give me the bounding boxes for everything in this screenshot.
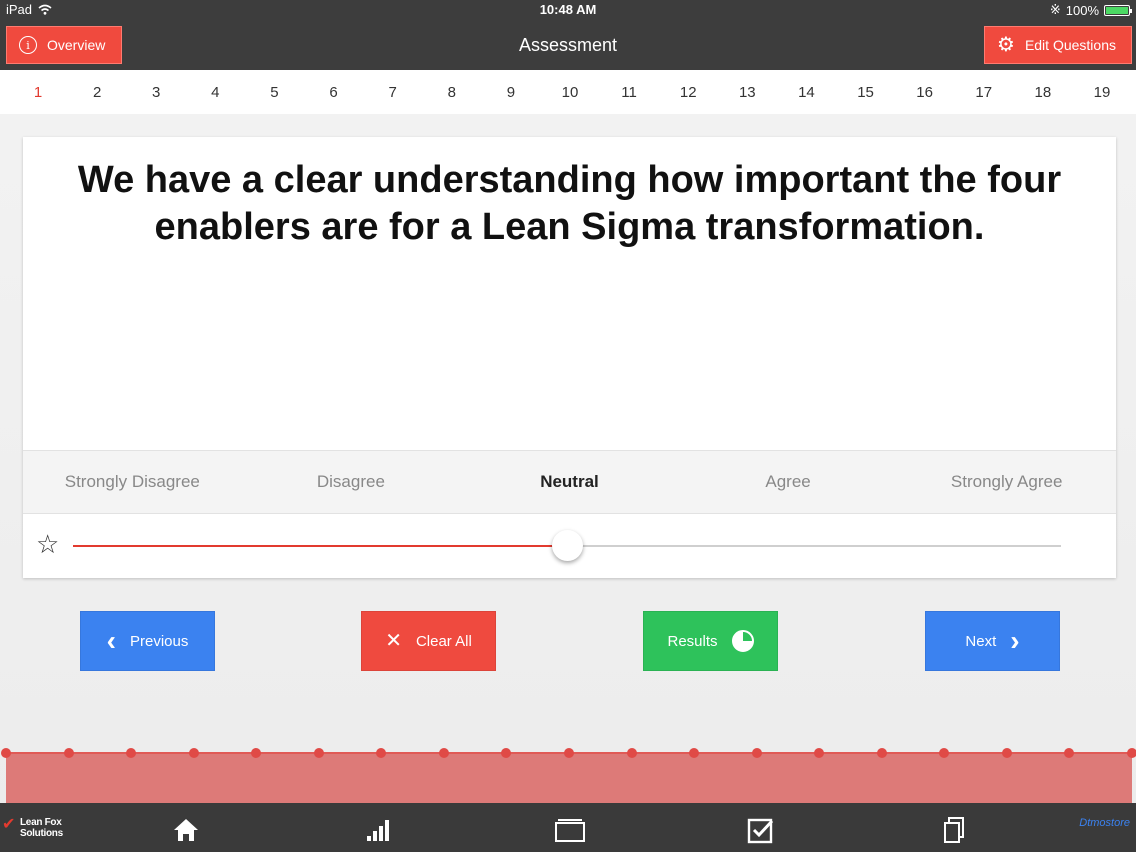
question-index-7[interactable]: 7 <box>383 84 403 101</box>
question-index-9[interactable]: 9 <box>501 84 521 101</box>
question-index-17[interactable]: 17 <box>974 84 994 101</box>
documents-icon <box>944 817 964 843</box>
edit-questions-button[interactable]: ⚙ Edit Questions <box>984 26 1132 64</box>
gear-icon: ⚙ <box>997 34 1015 56</box>
question-card: We have a clear understanding how import… <box>23 137 1116 578</box>
question-index-14[interactable]: 14 <box>796 84 816 101</box>
progress-point <box>1127 748 1136 758</box>
progress-point <box>438 748 449 758</box>
progress-point <box>751 748 762 758</box>
bluetooth-icon: ※ <box>1049 2 1061 17</box>
progress-point <box>313 748 324 758</box>
progress-point <box>626 748 637 758</box>
question-text: We have a clear understanding how import… <box>77 159 1062 248</box>
progress-point <box>63 748 74 758</box>
question-index-3[interactable]: 3 <box>146 84 166 101</box>
next-label: Next <box>965 632 997 650</box>
chevron-left-icon: ‹ <box>106 625 116 656</box>
question-index-15[interactable]: 15 <box>856 84 876 101</box>
tab-home[interactable] <box>171 815 201 845</box>
rating-slider-thumb[interactable] <box>552 530 583 561</box>
status-bar: iPad 10:48 AM ※ 100% <box>0 0 1136 20</box>
navigation-bar: i Overview Assessment ⚙ Edit Questions <box>0 20 1136 70</box>
chevron-right-icon: › <box>1010 625 1020 656</box>
folder-icon <box>555 819 585 842</box>
checkbox-icon <box>747 818 774 844</box>
question-index-11[interactable]: 11 <box>619 84 639 101</box>
progress-chart-area <box>6 753 1132 803</box>
rating-scale-labels: Strongly Disagree Disagree Neutral Agree Str… <box>23 450 1116 514</box>
rating-slider-track[interactable] <box>73 530 1061 561</box>
question-index-18[interactable]: 18 <box>1033 84 1053 101</box>
scale-option-disagree[interactable]: Disagree <box>242 472 461 492</box>
question-index-12[interactable]: 12 <box>678 84 698 101</box>
results-label: Results <box>667 632 718 650</box>
results-button[interactable]: Results <box>643 611 778 671</box>
clear-all-button[interactable]: ✕ Clear All <box>361 611 496 671</box>
pie-chart-icon <box>731 630 754 652</box>
question-index-16[interactable]: 16 <box>915 84 935 101</box>
rating-slider-row: ☆ <box>23 514 1116 578</box>
progress-point <box>564 748 574 758</box>
scale-option-strongly-agree[interactable]: Strongly Agree <box>897 472 1116 492</box>
logo-line1: Lean Fox <box>20 817 62 828</box>
brand-logo-right: Dtmostore <box>1079 817 1130 829</box>
next-button[interactable]: Next › <box>925 611 1060 671</box>
question-index-19[interactable]: 19 <box>1092 84 1112 101</box>
battery-icon <box>1104 4 1132 16</box>
page-title: Assessment <box>518 35 618 55</box>
previous-button[interactable]: ‹ Previous <box>80 611 215 671</box>
logo-line2: Solutions <box>20 828 63 839</box>
scale-option-strongly-disagree[interactable]: Strongly Disagree <box>23 472 242 492</box>
question-index-13[interactable]: 13 <box>737 84 757 101</box>
battery-percent: 100% <box>1065 2 1099 18</box>
question-index-4[interactable]: 4 <box>205 84 225 101</box>
question-index-6[interactable]: 6 <box>324 84 344 101</box>
tab-checklist[interactable] <box>746 815 776 845</box>
question-index-strip: 1 2 3 4 5 6 7 8 9 10 11 12 13 14 15 16 17 18 19 <box>0 70 1136 114</box>
bar-chart-icon <box>367 820 389 841</box>
status-right: ※ 100% <box>1049 2 1132 18</box>
question-index-10[interactable]: 10 <box>560 84 580 101</box>
progress-point <box>876 748 887 758</box>
rating-slider-fill <box>73 545 567 547</box>
scale-option-agree[interactable]: Agree <box>679 472 898 492</box>
home-icon <box>174 819 198 841</box>
lean-fox-logo: ✔ Lean Fox Solutions <box>2 817 63 840</box>
tab-assessments[interactable] <box>554 815 586 845</box>
progress-point <box>1001 748 1012 758</box>
question-index-5[interactable]: 5 <box>264 84 284 101</box>
logo-mark-icon: ✔ <box>2 816 16 833</box>
progress-point <box>188 748 199 758</box>
clear-all-label: Clear All <box>415 632 472 650</box>
star-icon[interactable]: ☆ <box>36 531 59 557</box>
scale-option-neutral[interactable]: Neutral <box>460 472 679 492</box>
status-time: 10:48 AM <box>539 2 597 17</box>
tab-bar: ✔ Lean Fox Solutions Dtmostore <box>0 803 1136 852</box>
edit-questions-label: Edit Questions <box>1024 37 1116 53</box>
question-index-2[interactable]: 2 <box>87 84 107 101</box>
progress-point <box>1 748 11 758</box>
previous-label: Previous <box>129 632 189 650</box>
tab-statistics[interactable] <box>363 815 393 845</box>
question-index-8[interactable]: 8 <box>442 84 462 101</box>
question-index-1[interactable]: 1 <box>28 84 48 101</box>
tab-documents[interactable] <box>939 815 969 845</box>
close-icon: ✕ <box>385 630 402 652</box>
